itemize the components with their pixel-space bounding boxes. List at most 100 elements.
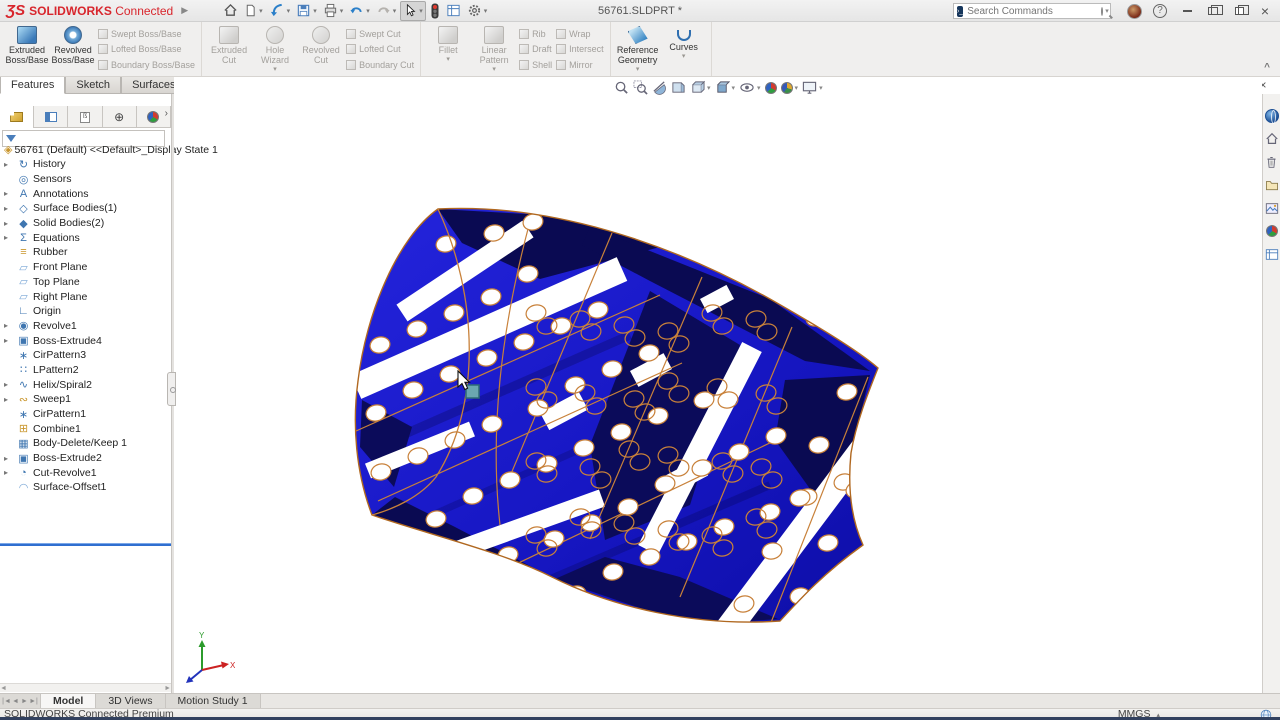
ribbon-button[interactable]: Fillet ▾ [425,24,471,74]
apply-scene-icon[interactable]: ▾ [781,82,799,94]
ribbon-button[interactable]: Revolved Cut [298,24,344,74]
search-icon[interactable] [1101,7,1103,16]
tree-item[interactable]: ∗ CirPattern3 [0,348,171,363]
redo-button[interactable]: ▾ [374,1,399,21]
expand-arrow[interactable]: ▸ [4,395,16,404]
user-avatar[interactable] [1127,4,1142,19]
3dexperience-icon[interactable] [1264,108,1280,124]
expand-arrow[interactable]: ▸ [4,160,16,169]
dropdown-arrow[interactable]: ▾ [446,55,450,63]
ribbon-small-button[interactable]: Draft [519,42,552,57]
tree-item[interactable]: ∗ CirPattern1 [0,407,171,422]
tree-item[interactable]: ▸ ▣ Boss-Extrude2 [0,451,171,466]
dropdown-arrow[interactable]: ▾ [682,52,686,60]
ribbon-small-button[interactable]: Boundary Boss/Base [98,57,195,72]
scroll-right-arrow[interactable]: ► [164,685,171,692]
folder-icon[interactable] [1264,177,1280,193]
tree-item[interactable]: ▱ Top Plane [0,275,171,290]
tree-item[interactable]: ◎ Sensors [0,172,171,187]
performance-evaluation-button[interactable] [428,1,442,21]
options-gear-button[interactable]: ▾ [465,1,490,21]
expand-arrow[interactable]: ▸ [4,321,16,330]
dynamic-annotation-icon[interactable] [671,80,686,95]
edit-appearance-icon[interactable] [765,82,777,94]
home-icon[interactable] [1264,131,1280,147]
tree-root-item[interactable]: ◈ 56761 (Default) <<Default>_Display Sta… [0,142,171,157]
trash-icon[interactable] [1264,154,1280,170]
tree-item[interactable]: ▸ A Annotations [0,186,171,201]
undo-button[interactable]: ▾ [347,1,372,21]
new-document-button[interactable]: ▾ [242,1,265,21]
dimxpertmanager-tab[interactable]: ⊕ [103,106,137,128]
display-style-icon[interactable]: ▾ [715,80,736,95]
ribbon-button[interactable]: Extruded Cut [206,24,252,74]
tree-item[interactable]: ∷ LPattern2 [0,363,171,378]
model-3d[interactable] [350,195,890,635]
ribbon-small-button[interactable]: Intersect [556,42,604,57]
appearances-icon[interactable] [1264,223,1280,239]
tree-item[interactable]: ▱ Right Plane [0,289,171,304]
search-commands-input[interactable] [967,6,1099,17]
expand-arrow[interactable]: ▸ [4,454,16,463]
document-tab[interactable]: Motion Study 1 [166,694,261,708]
dropdown-arrow[interactable]: ▾ [636,65,640,73]
tree-item[interactable]: ▸ ◇ Surface Bodies(1) [0,201,171,216]
section-view-icon[interactable] [652,80,667,95]
custom-properties-icon[interactable] [1264,246,1280,262]
select-tool-button[interactable]: ▾ [400,1,426,21]
ribbon-button[interactable]: Curves ▾ [661,24,707,74]
tree-horizontal-scrollbar[interactable]: ◄ ► [0,683,171,692]
ribbon-small-button[interactable]: Lofted Boss/Base [98,42,195,57]
zoom-to-fit-icon[interactable] [614,80,629,95]
ribbon-small-button[interactable]: Rib [519,26,552,41]
ribbon-button[interactable]: Reference Geometry ▾ [615,24,661,74]
document-tab[interactable]: Model [41,694,96,708]
ribbon-button[interactable]: Revolved Boss/Base [50,24,96,74]
ribbon-small-button[interactable]: Mirror [556,57,604,72]
configurationmanager-tab[interactable] [68,106,102,128]
ribbon-small-button[interactable]: Swept Cut [346,26,414,41]
print-button[interactable]: ▾ [321,1,346,21]
expand-arrow[interactable]: ▸ [4,233,16,242]
command-tab[interactable]: Features [0,77,65,94]
help-button[interactable]: ? [1153,4,1167,18]
tree-item[interactable]: ▸ ◉ Revolve1 [0,319,171,334]
ribbon-small-button[interactable]: Shell [519,57,552,72]
expand-arrow[interactable]: ▸ [4,189,16,198]
home-button[interactable] [221,1,240,21]
solidworks-logo[interactable]: ƷS SOLIDWORKS Connected ▶ [0,0,194,22]
tree-item[interactable]: ▸ ∿ Helix/Spiral2 [0,377,171,392]
scroll-left-arrow[interactable]: ◄ [0,685,7,692]
dropdown-arrow[interactable]: ▾ [492,65,496,73]
zoom-to-area-icon[interactable] [633,80,648,95]
tree-item[interactable]: ◠ Surface-Offset1 [0,480,171,495]
next-tab-button[interactable]: ► [20,698,29,705]
expand-arrow[interactable]: ▸ [4,219,16,228]
minimize-window-button[interactable] [1176,2,1198,20]
tile-windows-button[interactable] [1202,2,1224,20]
hide-show-items-icon[interactable]: ▾ [739,80,761,95]
ribbon-small-button[interactable]: Lofted Cut [346,42,414,57]
display-pane-button[interactable] [444,1,463,21]
last-tab-button[interactable]: ►| [29,698,38,705]
expand-arrow[interactable]: ▸ [4,336,16,345]
propertymanager-tab[interactable] [34,106,68,128]
tree-item[interactable]: ▸ ◔ Cut-Revolve1 [0,465,171,480]
rollback-bar[interactable] [0,543,171,546]
close-window-button[interactable]: × [1254,2,1276,20]
tree-item[interactable]: ▸ ↻ History [0,157,171,172]
tree-item[interactable]: ▱ Front Plane [0,260,171,275]
tree-item[interactable]: ≡ Rubber [0,245,171,260]
panel-flyout-arrow[interactable]: › [165,108,168,119]
save-button[interactable]: ▾ [294,1,319,21]
restore-window-button[interactable] [1228,2,1250,20]
search-dropdown-arrow[interactable]: ▾ [1105,7,1109,15]
view-settings-icon[interactable]: ▾ [802,80,823,95]
tree-item[interactable]: ▸ Σ Equations [0,230,171,245]
expand-arrow[interactable]: ▸ [4,468,16,477]
expand-arrow[interactable]: ▸ [4,204,16,213]
search-commands-box[interactable]: ›_ ▾ [953,3,1111,19]
dropdown-arrow[interactable]: ▾ [273,65,277,73]
open-button[interactable]: ▾ [267,1,293,21]
design-library-icon[interactable] [1264,200,1280,216]
